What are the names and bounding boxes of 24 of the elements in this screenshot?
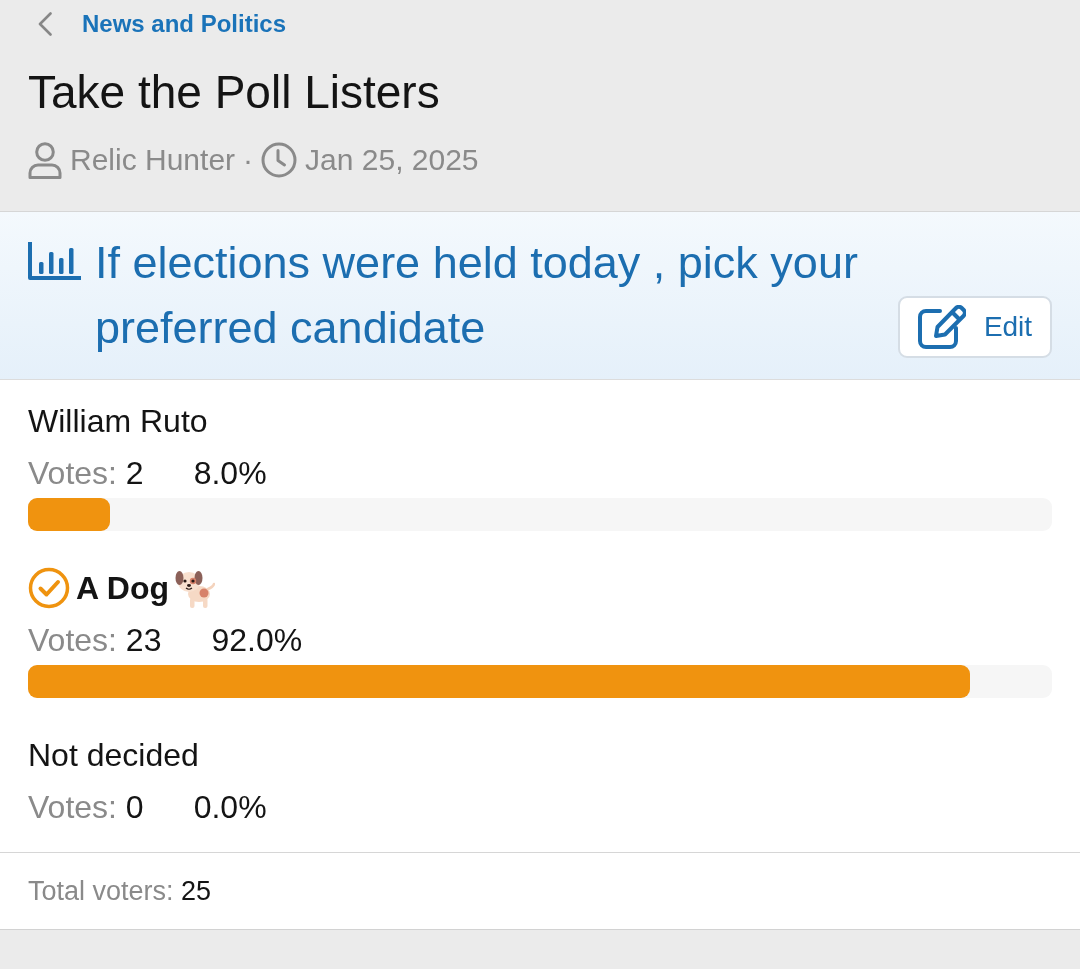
user-icon	[28, 141, 62, 179]
vote-percent: 8.0%	[193, 454, 267, 492]
pencil-square-icon	[917, 305, 966, 349]
author-link[interactable]: Relic Hunter	[70, 143, 236, 177]
bar-chart-icon	[28, 242, 83, 280]
post-date[interactable]: Jan 25, 2025	[305, 143, 479, 177]
option-label: Not decided	[28, 736, 199, 775]
vote-count: Votes: 2	[28, 454, 144, 492]
back-button[interactable]	[38, 12, 52, 36]
meta-separator: ·	[243, 143, 254, 177]
vote-count: Votes: 23	[28, 621, 162, 659]
total-voters: Total voters: 25	[28, 875, 212, 907]
breadcrumb-link[interactable]: News and Politics	[82, 10, 287, 38]
edit-button[interactable]: Edit	[898, 296, 1052, 358]
vote-percent: 0.0%	[193, 788, 267, 826]
check-circle-icon	[28, 567, 70, 609]
poll-question: If elections were held today , pick your preferred candidate	[95, 236, 859, 355]
option-label: William Ruto	[28, 402, 208, 441]
vote-count: Votes: 0	[28, 788, 144, 826]
vote-percent: 92.0%	[211, 621, 303, 659]
option-label: A Dog	[76, 569, 169, 608]
chevron-left-icon	[38, 12, 52, 36]
thread-title: Take the Poll Listers	[28, 65, 440, 120]
clock-icon	[261, 142, 298, 178]
